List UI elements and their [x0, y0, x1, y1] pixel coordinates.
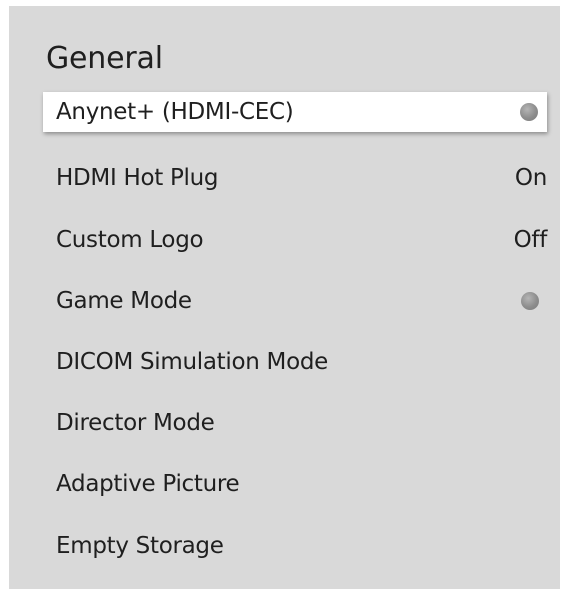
menu-item-label: Director Mode: [56, 410, 215, 436]
menu-title: General: [46, 41, 163, 76]
menu-item-director-mode[interactable]: Director Mode: [43, 403, 547, 443]
menu-item-label: Anynet+ (HDMI-CEC): [56, 99, 294, 125]
menu-item-value: On: [514, 165, 547, 191]
menu-item-label: Empty Storage: [56, 533, 224, 559]
menu-item-game-mode[interactable]: Game Mode: [43, 281, 547, 321]
toggle-off-icon[interactable]: [521, 292, 539, 310]
menu-item-label: Adaptive Picture: [56, 471, 240, 497]
menu-item-custom-logo[interactable]: Custom Logo Off: [43, 220, 547, 260]
menu-item-label: DICOM Simulation Mode: [56, 349, 329, 375]
menu-item-anynet[interactable]: Anynet+ (HDMI-CEC): [43, 92, 547, 132]
settings-panel: General Anynet+ (HDMI-CEC) HDMI Hot Plug…: [9, 6, 560, 589]
menu-item-label: Custom Logo: [56, 227, 204, 253]
toggle-off-icon[interactable]: [520, 103, 538, 121]
menu-item-hdmi-hot-plug[interactable]: HDMI Hot Plug On: [43, 158, 547, 198]
menu-item-label: HDMI Hot Plug: [56, 165, 219, 191]
menu-item-value: Off: [513, 227, 548, 253]
menu-item-dicom-simulation-mode[interactable]: DICOM Simulation Mode: [43, 342, 547, 382]
menu-item-adaptive-picture[interactable]: Adaptive Picture: [43, 464, 547, 504]
menu-item-empty-storage[interactable]: Empty Storage: [43, 526, 547, 566]
menu-item-label: Game Mode: [56, 288, 192, 314]
